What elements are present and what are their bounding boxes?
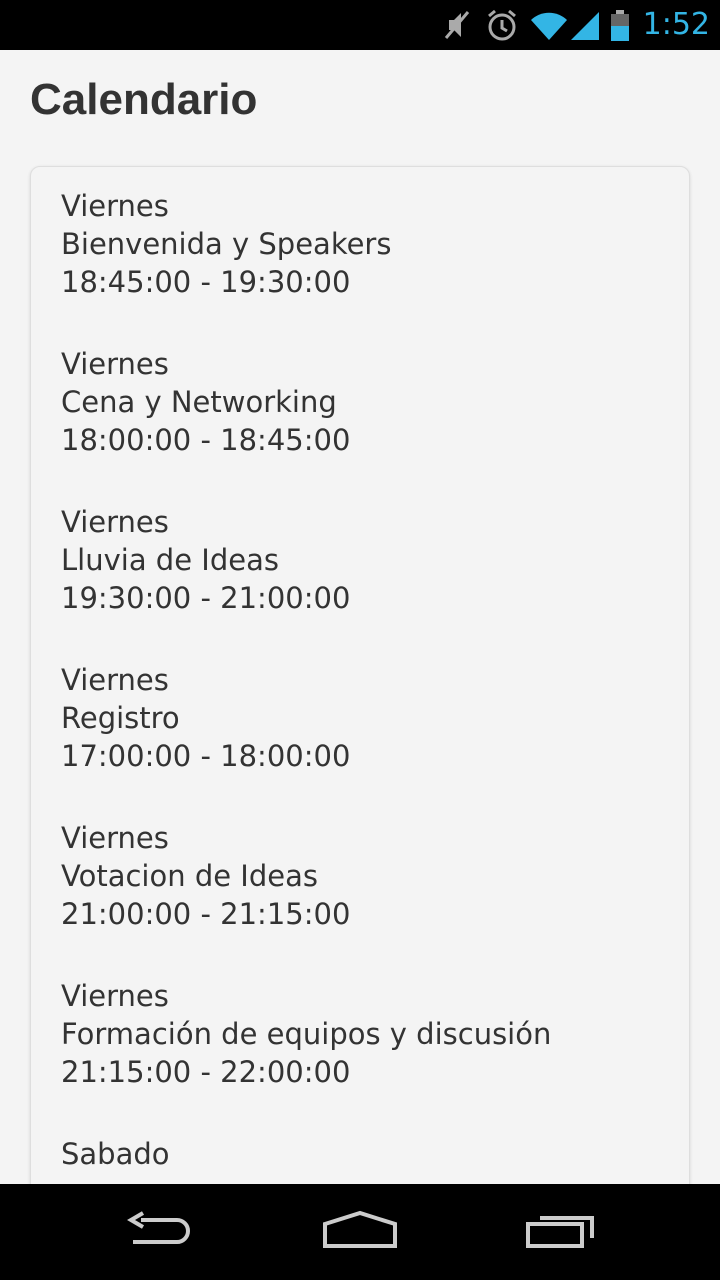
recent-apps-icon — [526, 1210, 598, 1255]
event-day: Viernes — [61, 189, 169, 223]
navigation-bar — [0, 1184, 720, 1280]
event-name: Cena y Networking — [61, 385, 337, 419]
event-name: Formación de equipos y discusión — [61, 1017, 552, 1051]
event-time: 21:15:00 - 22:00:00 — [61, 1055, 351, 1089]
event-time: 17:00:00 - 18:00:00 — [61, 739, 351, 773]
event-name: Registro — [61, 701, 180, 735]
list-item[interactable]: Viernes Formación de equipos y discusión… — [61, 977, 661, 1091]
list-item[interactable]: Viernes Registro 17:00:00 - 18:00:00 — [61, 661, 661, 775]
schedule-card: Viernes Bienvenida y Speakers 18:45:00 -… — [30, 166, 690, 1184]
back-icon — [125, 1210, 195, 1255]
recent-apps-button[interactable] — [492, 1184, 632, 1280]
event-day: Viernes — [61, 821, 169, 855]
event-name: Votacion de Ideas — [61, 859, 318, 893]
list-item[interactable]: Viernes Cena y Networking 18:00:00 - 18:… — [61, 345, 661, 459]
wifi-icon — [529, 8, 569, 42]
event-time: 18:00:00 - 18:45:00 — [61, 423, 351, 457]
status-icons: 1:52 — [443, 0, 710, 50]
list-item[interactable]: Viernes Bienvenida y Speakers 18:45:00 -… — [61, 187, 661, 301]
event-time: 19:30:00 - 21:00:00 — [61, 581, 351, 615]
event-day: Viernes — [61, 979, 169, 1013]
home-button[interactable] — [290, 1184, 430, 1280]
event-name: Lluvia de Ideas — [61, 543, 279, 577]
status-time: 1:52 — [642, 7, 710, 42]
list-item[interactable]: Viernes Votacion de Ideas 21:00:00 - 21:… — [61, 819, 661, 933]
event-day: Viernes — [61, 663, 169, 697]
event-time: 18:45:00 - 19:30:00 — [61, 265, 351, 299]
event-name: Bienvenida y Speakers — [61, 227, 392, 261]
event-day: Viernes — [61, 347, 169, 381]
status-bar: 1:52 — [0, 0, 720, 50]
event-time: 21:00:00 - 21:15:00 — [61, 897, 351, 931]
battery-icon — [609, 8, 631, 42]
page-title: Calendario — [30, 75, 258, 124]
home-icon — [322, 1210, 398, 1255]
event-day: Viernes — [61, 505, 169, 539]
main-content[interactable]: Calendario Viernes Bienvenida y Speakers… — [0, 50, 720, 1184]
event-day: Sabado — [61, 1137, 170, 1171]
list-item[interactable]: Viernes Lluvia de Ideas 19:30:00 - 21:00… — [61, 503, 661, 617]
list-item[interactable]: Sabado — [61, 1135, 661, 1173]
back-button[interactable] — [90, 1184, 230, 1280]
alarm-icon — [485, 8, 519, 42]
signal-icon — [570, 8, 601, 42]
mute-icon — [443, 8, 471, 42]
